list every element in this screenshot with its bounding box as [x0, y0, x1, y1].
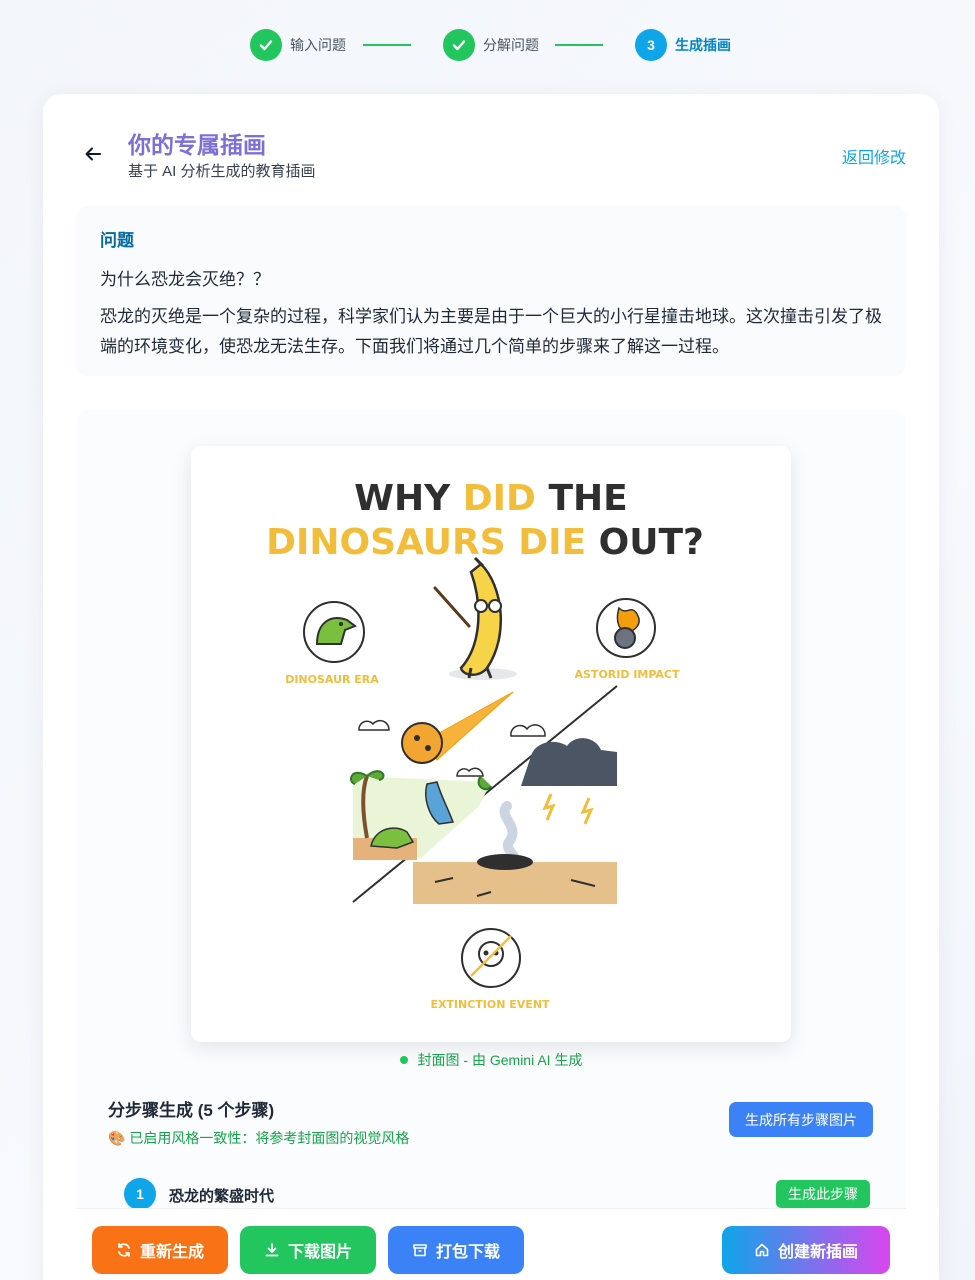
step-connector [363, 44, 411, 46]
dinosaur-era-label: DINOSAUR ERA [285, 673, 379, 686]
illustration-section: WHY DID THE DINOSAURS DIE OUT? DINOSAUR … [76, 410, 906, 1280]
back-to-edit-link[interactable]: 返回修改 [842, 144, 906, 168]
cover-illustration[interactable]: WHY DID THE DINOSAURS DIE OUT? DINOSAUR … [191, 446, 791, 1042]
page-title: 你的专属插画 [128, 132, 266, 158]
archive-icon [412, 1242, 428, 1258]
banana-teacher-illustration [433, 556, 517, 680]
step-label: 生成插画 [675, 37, 731, 53]
regenerate-button[interactable]: 重新生成 [92, 1226, 228, 1274]
illustration-caption: 封面图 - 由 Gemini AI 生成 [76, 1050, 906, 1070]
check-icon [250, 29, 282, 61]
step-label: 输入问题 [290, 37, 346, 53]
question-text: 为什么恐龙会灭绝？？ [100, 270, 270, 289]
status-dot [399, 1056, 408, 1064]
progress-stepper: 输入问题 分解问题 3 生成插画 [0, 28, 975, 62]
download-zip-button[interactable]: 打包下载 [388, 1226, 524, 1274]
asteroid-impact-badge: ASTORID IMPACT [575, 598, 680, 681]
page-subtitle: 基于 AI 分析生成的教育插画 [128, 163, 316, 180]
refresh-icon [116, 1242, 132, 1258]
poster-title-line-2: DINOSAURS DIE OUT? [266, 522, 704, 563]
download-icon [264, 1242, 280, 1258]
extinction-event-label: EXTINCTION EVENT [430, 998, 550, 1011]
step-generate-illustration: 3 生成插画 [635, 28, 731, 62]
generate-step-button[interactable]: 生成此步骤 [776, 1180, 870, 1208]
meteor-illustration [401, 691, 514, 764]
generate-all-steps-button[interactable]: 生成所有步骤图片 [729, 1102, 873, 1137]
create-new-label: 创建新插画 [777, 1244, 858, 1261]
dinosaur-jungle-scene [350, 770, 492, 860]
check-icon [443, 29, 475, 61]
extinction-event-badge: EXTINCTION EVENT [430, 928, 550, 1011]
step-number: 3 [635, 29, 667, 61]
question-heading: 问题 [100, 231, 134, 250]
poster-title-line-1: WHY DID THE [354, 478, 627, 519]
result-card: 你的专属插画 基于 AI 分析生成的教育插画 返回修改 问题 为什么恐龙会灭绝？… [43, 94, 939, 1280]
create-new-illustration-button[interactable]: 创建新插画 [722, 1226, 890, 1274]
question-answer: 恐龙的灭绝是一个复杂的过程，科学家们认为主要是由于一个巨大的小行星撞击地球。这次… [100, 307, 882, 356]
step-row: 1 恐龙的繁盛时代 生成此步骤 [124, 1178, 870, 1212]
action-bar: 重新生成 下载图片 打包下载 创建新插画 [76, 1208, 906, 1280]
download-image-button[interactable]: 下载图片 [240, 1226, 376, 1274]
download-label: 下载图片 [287, 1244, 352, 1261]
step-name: 恐龙的繁盛时代 [169, 1188, 275, 1205]
step-connector [555, 44, 603, 46]
regenerate-label: 重新生成 [139, 1244, 204, 1261]
asteroid-impact-label: ASTORID IMPACT [575, 668, 680, 681]
dinosaur-era-badge: DINOSAUR ERA [285, 601, 379, 686]
step-number-badge: 1 [124, 1178, 156, 1210]
step-decompose-question: 分解问题 [443, 28, 539, 62]
step-input-question: 输入问题 [250, 28, 346, 62]
style-consistency-note: 🎨 已启用风格一致性：将参考封面图的视觉风格 [108, 1130, 410, 1146]
zip-label: 打包下载 [435, 1244, 500, 1261]
caption-text: 封面图 - 由 Gemini AI 生成 [417, 1052, 583, 1068]
step-label: 分解问题 [483, 37, 539, 53]
steps-section-title: 分步骤生成 (5 个步骤) [108, 1101, 275, 1120]
home-icon [754, 1242, 770, 1258]
question-panel: 问题 为什么恐龙会灭绝？？ 恐龙的灭绝是一个复杂的过程，科学家们认为主要是由于一… [76, 206, 906, 376]
arrow-left-icon[interactable] [81, 142, 105, 166]
